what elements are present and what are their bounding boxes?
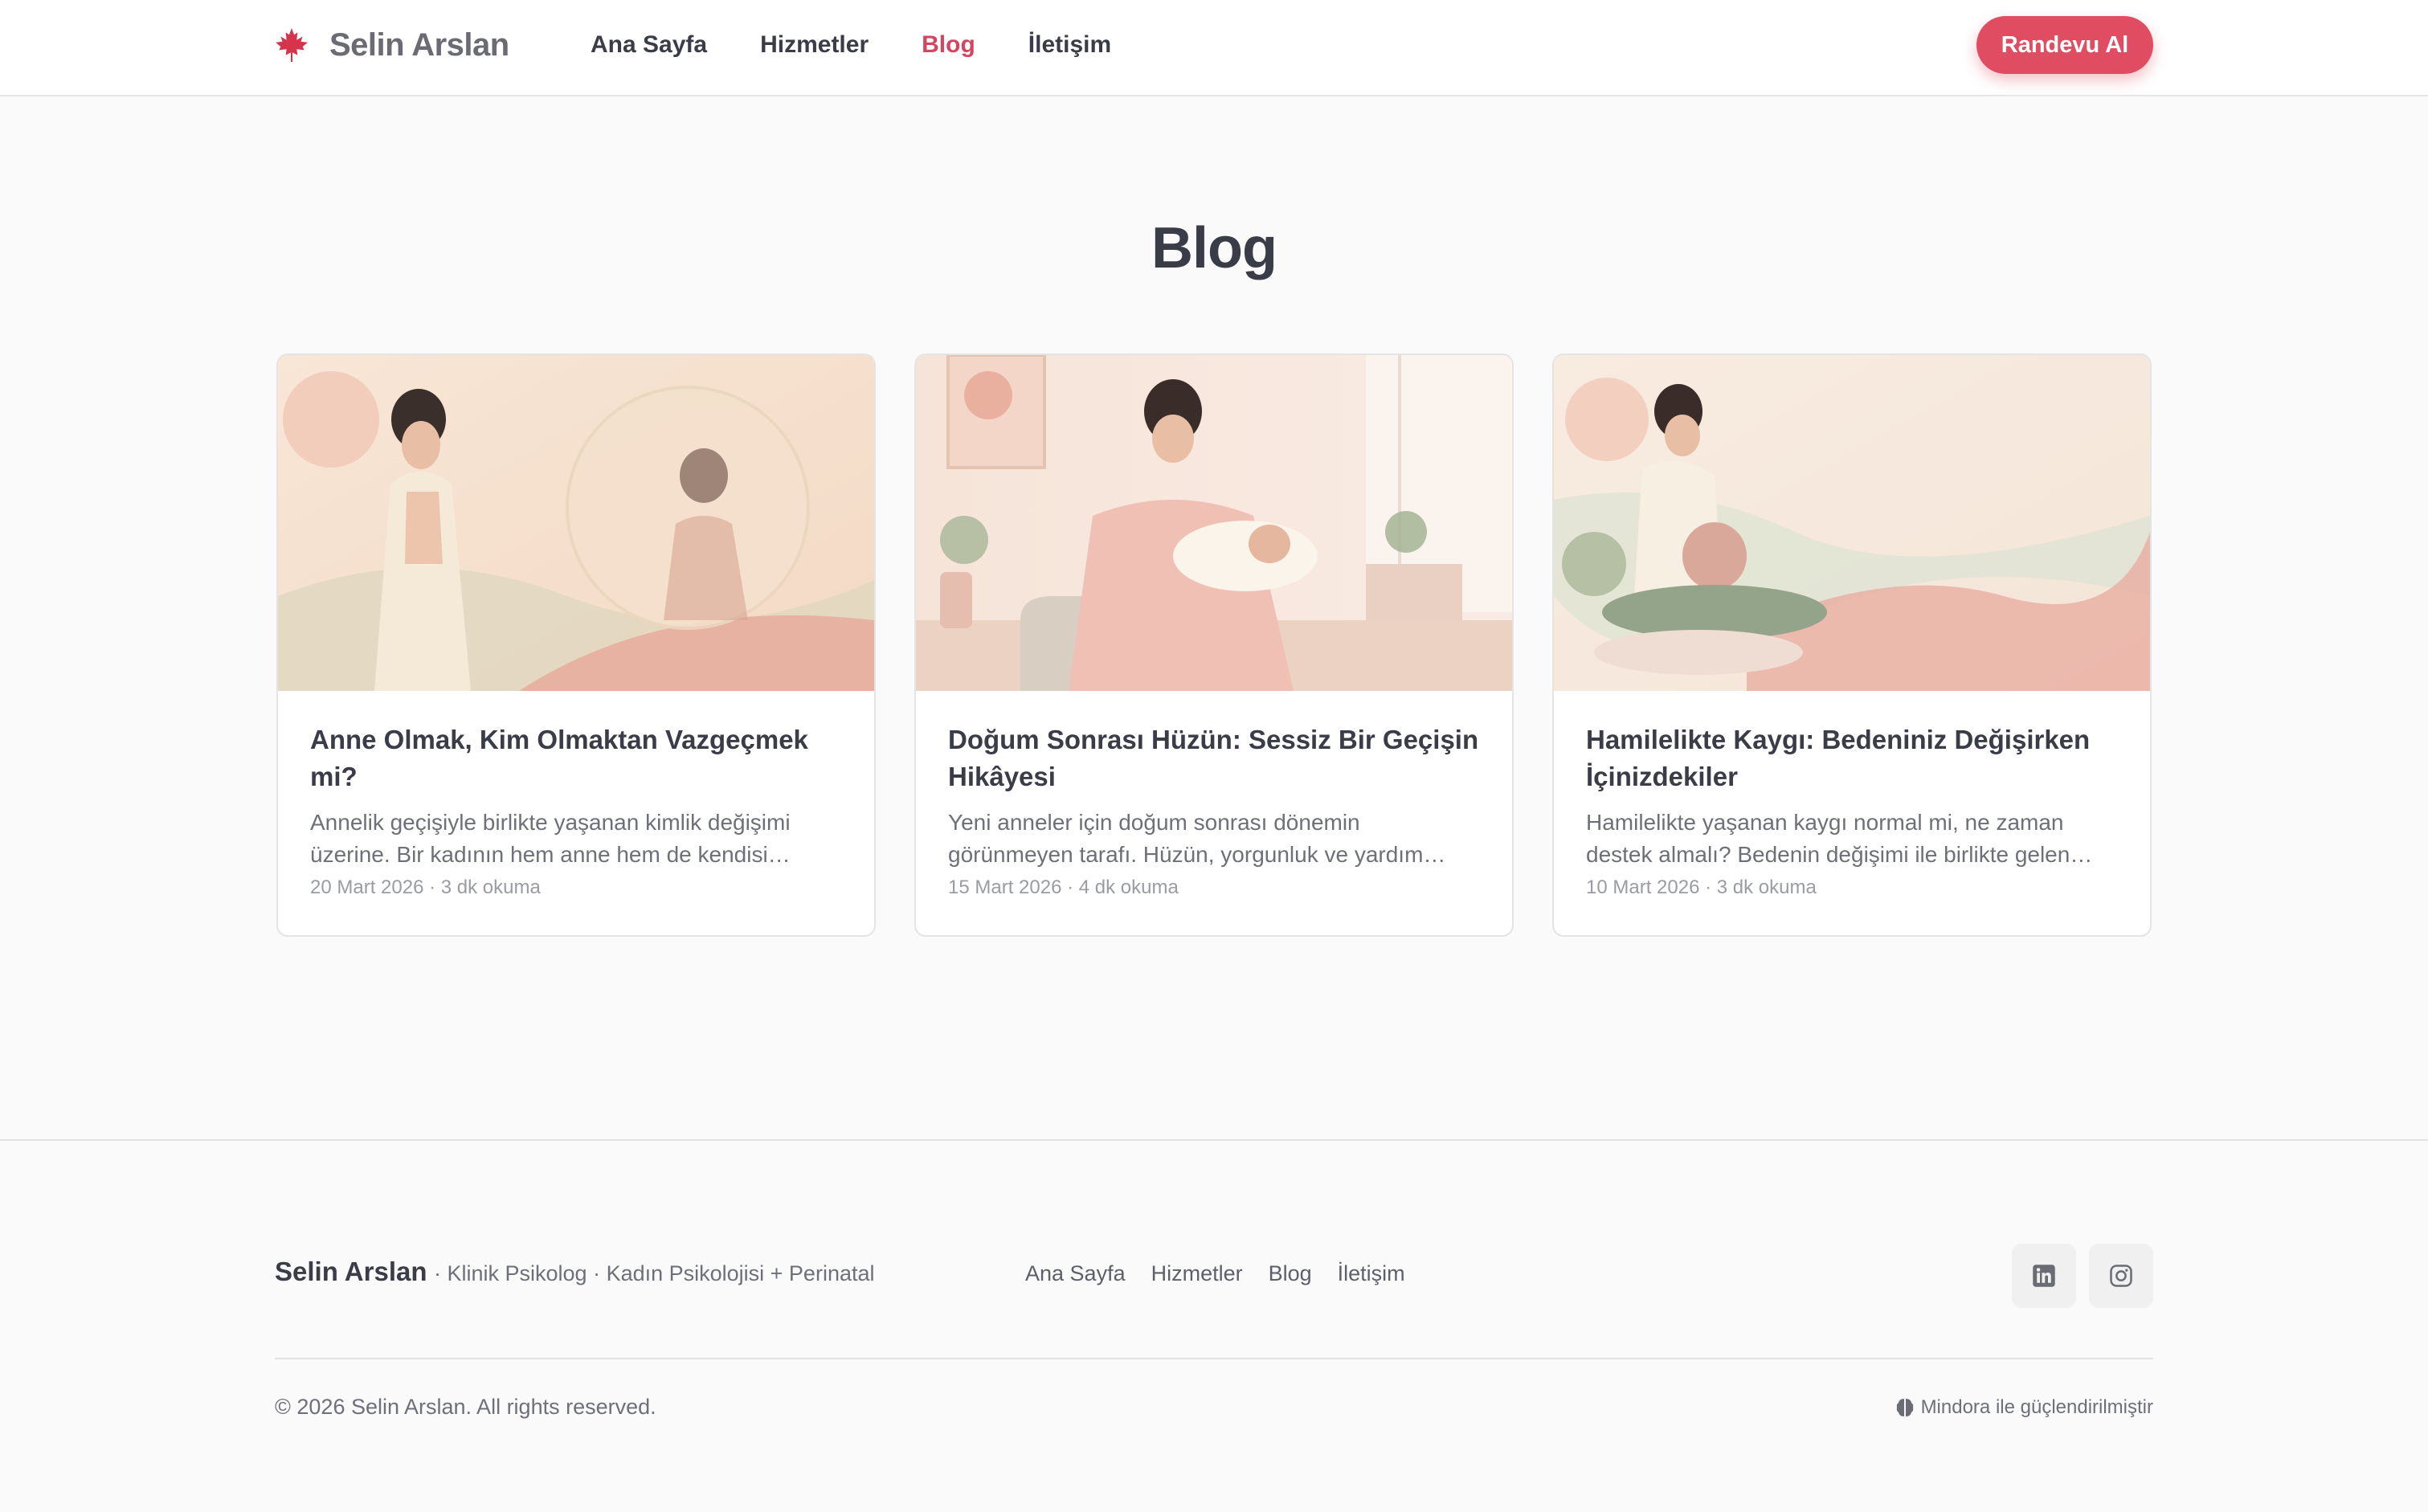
blog-card-image [1554,355,2150,691]
instagram-icon [2110,1265,2132,1287]
brand-name: Selin Arslan [329,27,509,63]
footer-nav-home[interactable]: Ana Sayfa [1025,1261,1126,1286]
maple-leaf-icon [276,28,308,62]
blog-card-title[interactable]: Doğum Sonrası Hüzün: Sessiz Bir Geçişin … [948,721,1480,795]
site-header: Selin Arslan Ana Sayfa Hizmetler Blog İl… [0,0,2428,96]
blog-card-title[interactable]: Anne Olmak, Kim Olmaktan Vazgeçmek mi? [310,721,842,795]
nav-services[interactable]: Hizmetler [760,27,869,63]
blog-card-image [278,355,874,691]
footer-tagline: · Klinik Psikolog · Kadın Psikolojisi + … [434,1261,875,1285]
linkedin-icon [2033,1265,2055,1287]
nav-home[interactable]: Ana Sayfa [591,27,707,63]
copyright-text: © 2026 Selin Arslan. All rights reserved… [275,1395,656,1419]
linkedin-button[interactable] [2012,1244,2076,1308]
page-title: Blog [1151,216,1277,280]
nav-contact[interactable]: İletişim [1028,27,1111,63]
blog-card-meta: 15 Mart 2026 · 4 dk okuma [948,877,1179,898]
site-footer: Selin Arslan · Klinik Psikolog · Kadın P… [0,1139,2428,1512]
blog-card-excerpt: Annelik geçişiyle birlikte yaşanan kimli… [310,810,791,867]
blog-card-excerpt: Hamilelikte yaşanan kaygı normal mi, ne … [1586,810,2093,867]
powered-by-label: Mindora ile güçlendirilmiştir [1920,1396,2153,1418]
blog-card-excerpt: Yeni anneler için doğum sonrası dönemin … [948,810,1446,867]
blog-card-meta: 20 Mart 2026 · 3 dk okuma [310,877,541,898]
blog-card-meta: 10 Mart 2026 · 3 dk okuma [1586,877,1817,898]
blog-card[interactable]: Doğum Sonrası Hüzün: Sessiz Bir Geçişin … [914,353,1514,937]
footer-nav: Ana Sayfa Hizmetler Blog İletişim [1025,1261,1431,1286]
blog-card-image [916,355,1512,691]
instagram-button[interactable] [2089,1244,2153,1308]
footer-divider [275,1358,2153,1359]
powered-by[interactable]: Mindora ile güçlendirilmiştir [1895,1396,2153,1419]
main-nav: Ana Sayfa Hizmetler Blog İletişim [591,27,1164,63]
blog-card-title[interactable]: Hamilelikte Kaygı: Bedeniniz Değişirken … [1586,721,2118,795]
footer-brand[interactable]: Selin Arslan [275,1257,427,1287]
footer-nav-services[interactable]: Hizmetler [1151,1261,1243,1286]
logo[interactable]: Selin Arslan [275,24,509,66]
footer-nav-blog[interactable]: Blog [1269,1261,1312,1286]
book-appointment-button[interactable]: Randevu Al [1976,16,2153,74]
nav-blog[interactable]: Blog [922,27,975,63]
blog-card[interactable]: Hamilelikte Kaygı: Bedeniniz Değişirken … [1552,353,2152,937]
footer-nav-contact[interactable]: İletişim [1338,1261,1405,1286]
blog-card[interactable]: Anne Olmak, Kim Olmaktan Vazgeçmek mi? A… [276,353,876,937]
brain-icon [1896,1399,1913,1416]
